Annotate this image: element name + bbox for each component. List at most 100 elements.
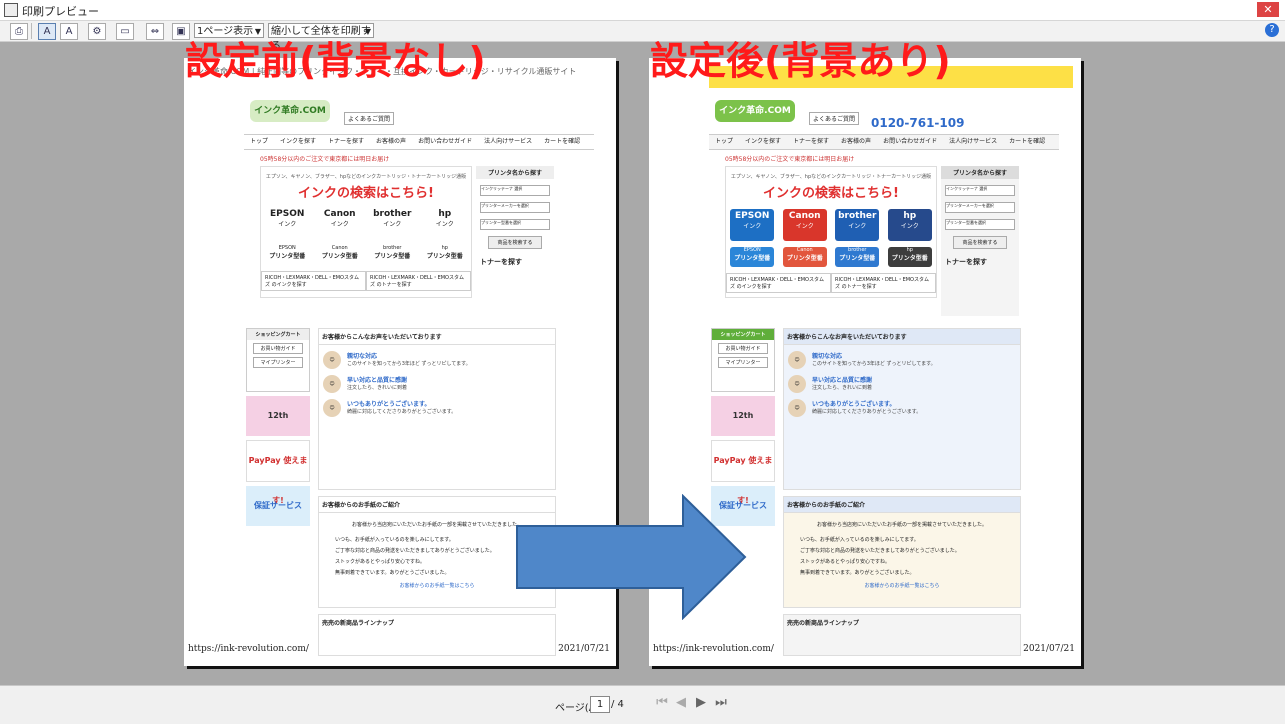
brand-model-tile: brother プリンタ型番 [374, 245, 411, 260]
avatar: ☺ [788, 399, 806, 417]
brand-tile: hp インク [435, 209, 454, 228]
letters-intro: お客様から当店宛にいただいたお手紙の一部を掲載させていただきました。 [816, 522, 987, 528]
anniversary-banner: 12th [711, 396, 775, 436]
review-item: ☺ 早い対応と品質に感謝 注文したら、きれいに到着 [323, 375, 551, 393]
right-arrow-icon [516, 494, 747, 620]
brand-tile: EPSON インク [270, 209, 305, 228]
toner-title: トナーを探す [945, 258, 987, 266]
nav-item: インクを探す [745, 138, 782, 145]
landscape-orientation-icon[interactable]: A [60, 23, 78, 40]
select-box: プリンター型番を選択 [945, 219, 1015, 230]
nav-item: トップ [250, 138, 269, 145]
page-footer-date: 2021/07/21 [1023, 644, 1075, 654]
site-nav: トップ インクを探す トナーを探す お客様の声 お問い合わせガイド 法人向けサー… [709, 134, 1059, 150]
page-navigation-bar: ページ(A) 1 / 4 ⏮ ◀ ▶ ⏭ [0, 685, 1285, 724]
arrow-shape [516, 494, 747, 620]
cart-box: ショッピングカート お買い物ガイド マイプリンター [246, 328, 310, 392]
next-page-icon[interactable]: ▶ [694, 696, 708, 710]
review-item: ☺ いつもありがとうございます。 綺麗に対応してくださりありがとうございます。 [788, 399, 1016, 417]
nav-item: トナーを探す [328, 138, 365, 145]
brand-tile: brother インク [373, 209, 412, 228]
nav-item: お問い合わせガイド [418, 138, 473, 145]
new-items-section: 売売の新商品ラインナップ [318, 614, 556, 656]
nav-item: インクを探す [280, 138, 317, 145]
toner-title: トナーを探す [480, 258, 522, 266]
hero-subtitle: エプソン、キヤノン、ブラザー、hpなどのインクカートリッジ・トナーカートリッジ通… [265, 174, 467, 180]
page-footer-url: https://ink-revolution.com/ [653, 644, 774, 654]
paypay-banner: PayPay 使えます! [246, 440, 310, 505]
brand-tile: brother インク [835, 209, 880, 241]
full-width-icon[interactable]: ⇔ [146, 23, 164, 40]
first-page-icon[interactable]: ⏮ [655, 696, 669, 710]
select-box: インクリッテーナ 選択 [945, 185, 1015, 196]
avatar: ☺ [788, 351, 806, 369]
brand-model-tile: EPSON プリンタ型番 [269, 245, 306, 260]
page-total: / 4 [611, 699, 624, 710]
search-button: 商品を検索する [953, 236, 1007, 249]
paypay-banner: PayPay 使えます! [711, 440, 775, 505]
previous-page-icon[interactable]: ◀ [674, 696, 688, 710]
last-page-icon[interactable]: ⏭ [714, 696, 728, 710]
site-logo: インク革命.COM [250, 100, 330, 122]
delivery-deadline: 05時58分以内のご注文で東京都には明日お届け [260, 156, 390, 163]
reviews-title: お客様からこんなお声をいただいております [784, 329, 1020, 345]
faq-link: よくあるご質問 [809, 112, 860, 125]
brand-tile: EPSON インク [730, 209, 775, 241]
reviews-section: お客様からこんなお声をいただいております ☺ 親切な対応 このサイトを知ってから3… [783, 328, 1021, 490]
delivery-deadline: 05時58分以内のご注文で東京都には明日お届け [725, 156, 855, 163]
select-box: プリンター型番を選択 [480, 219, 550, 230]
ink-search-hero: エプソン、キヤノン、ブラザー、hpなどのインクカートリッジ・トナーカートリッジ通… [260, 166, 472, 298]
letters-title: お客様からのお手紙のご紹介 [784, 497, 1020, 513]
faq-link: よくあるご質問 [344, 112, 395, 125]
letter-item: 無事到着できています。ありがとうございました。 [800, 570, 915, 576]
select-box: プリンターメーカーを選択 [480, 202, 550, 213]
brand-model-tile: Canon プリンタ型番 [782, 247, 827, 267]
site-snapshot-after: インク革命.COM よくあるご質問 0120-761-109 トップ インクを探… [709, 86, 1079, 656]
ricoh-toner-link: RICOH・LEXMARK・DELL・EMOスタムズ のトナーを探す [831, 273, 936, 293]
site-nav: トップ インクを探す トナーを探す お客様の声 お問い合わせガイド 法人向けサー… [244, 134, 594, 150]
ricoh-ink-link: RICOH・LEXMARK・DELL・EMOスタムズ のインクを探す [261, 271, 366, 291]
letter-item: いつも、お手紙が入っているのを楽しみにしてます。 [800, 537, 919, 543]
review-item: ☺ 親切な対応 このサイトを知ってから3年ほど ずっとリピしてます。 [323, 351, 551, 369]
print-icon[interactable]: ⎙ [10, 23, 28, 40]
brand-model-tile: Canon プリンタ型番 [321, 245, 358, 260]
portrait-orientation-icon[interactable]: A [38, 23, 56, 40]
review-item: ☺ 親切な対応 このサイトを知ってから3年ほど ずっとリピしてます。 [788, 351, 1016, 369]
help-icon[interactable]: ? [1265, 23, 1279, 37]
letters-section: お客様からのお手紙のご紹介 お客様から当店宛にいただいたお手紙の一部を掲載させて… [783, 496, 1021, 608]
nav-item: お客様の声 [841, 138, 872, 145]
reviews-title: お客様からこんなお声をいただいております [319, 329, 555, 345]
select-box: インクリッテーナ 選択 [480, 185, 550, 196]
printer-search-panel: プリンタ名から探す インクリッテーナ 選択 プリンターメーカーを選択 プリンター… [476, 166, 554, 316]
hero-title: インクの検索はこちら! [763, 186, 899, 201]
toolbar-divider [31, 23, 32, 39]
avatar: ☺ [323, 351, 341, 369]
printer-search-panel: プリンタ名から探す インクリッテーナ 選択 プリンターメーカーを選択 プリンター… [941, 166, 1019, 316]
phone-number: 0120-761-109 [871, 116, 965, 130]
nav-item: お問い合わせガイド [883, 138, 938, 145]
header-footer-icon[interactable]: ▭ [116, 23, 134, 40]
reviews-section: お客様からこんなお声をいただいております ☺ 親切な対応 このサイトを知ってから3… [318, 328, 556, 490]
panel-title: プリンタ名から探す [476, 166, 554, 179]
avatar: ☺ [788, 375, 806, 393]
brand-model-tile: brother プリンタ型番 [835, 247, 880, 267]
title-bar: 印刷プレビュー ✕ [0, 0, 1285, 21]
nav-item: カートを確認 [544, 138, 581, 145]
review-item: ☺ いつもありがとうございます。 綺麗に対応してくださりありがとうございます。 [323, 399, 551, 417]
window-title: 印刷プレビュー [22, 5, 99, 18]
ricoh-ink-link: RICOH・LEXMARK・DELL・EMOスタムズ のインクを探す [726, 273, 831, 293]
page-setup-gear-icon[interactable]: ⚙ [88, 23, 106, 40]
letters-more-link: お客様からのお手紙一覧はこちら [864, 583, 940, 589]
page-number-input[interactable]: 1 [590, 696, 610, 713]
caption-after: 設定後(背景あり) [650, 39, 951, 83]
left-column: ショッピングカート お買い物ガイド マイプリンター 12th PayPay 使え… [246, 328, 310, 658]
avatar: ☺ [323, 399, 341, 417]
select-box: プリンターメーカーを選択 [945, 202, 1015, 213]
search-button: 商品を検索する [488, 236, 542, 249]
nav-item: カートを確認 [1009, 138, 1046, 145]
brand-model-tile: EPSON プリンタ型番 [730, 247, 775, 267]
letter-item: ストックがあるとやっぱり安心ですね。 [800, 559, 891, 565]
ink-search-hero: エプソン、キヤノン、ブラザー、hpなどのインクカートリッジ・トナーカートリッジ通… [725, 166, 937, 298]
hero-subtitle: エプソン、キヤノン、ブラザー、hpなどのインクカートリッジ・トナーカートリッジ通… [730, 174, 932, 180]
close-button[interactable]: ✕ [1257, 2, 1279, 17]
